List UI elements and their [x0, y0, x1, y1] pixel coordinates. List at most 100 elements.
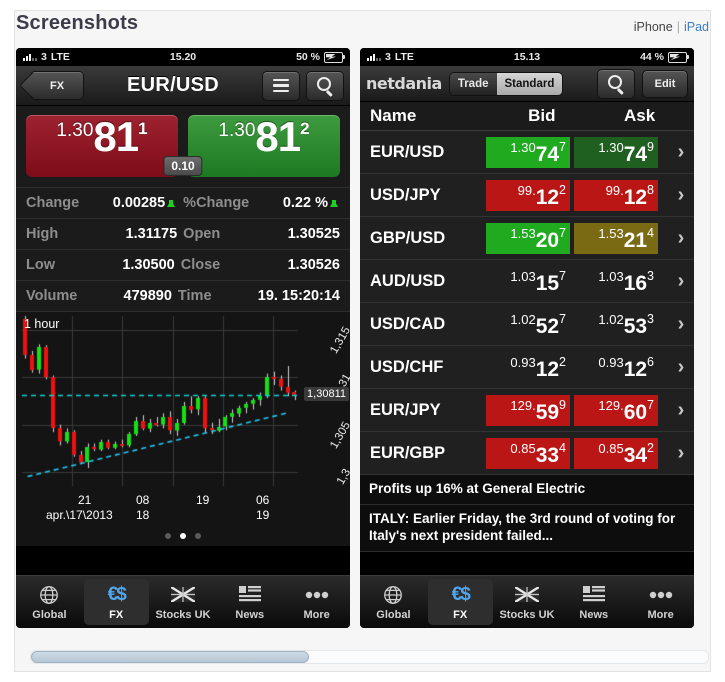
quote-row[interactable]: EUR/GBP 0.85 33 4 0.85 34 2 ›: [360, 432, 694, 475]
quote-ask-cell[interactable]: 0.93 12 6: [574, 352, 658, 383]
stats-value-2: 1.30526: [287, 257, 340, 273]
quote-symbol: EUR/USD: [370, 142, 445, 161]
news-item[interactable]: ITALY: Earlier Friday, the 3rd round of …: [360, 504, 694, 552]
tab-news[interactable]: News: [561, 579, 626, 625]
quote-ask-integer: 1.02: [598, 311, 624, 327]
right-search-button[interactable]: [597, 68, 635, 99]
quote-row[interactable]: USD/CHF 0.93 12 2 0.93 12 6 ›: [360, 346, 694, 389]
chevron-right-icon[interactable]: ›: [672, 141, 690, 164]
quote-bid-cell[interactable]: 1.02 52 7: [486, 309, 570, 340]
chart-current-price-tag: 1,30811: [304, 387, 349, 402]
chart-x-tick-label: 21: [78, 493, 92, 507]
stats-value: 1.30500: [122, 257, 175, 273]
quote-ask-pipette: 3: [647, 311, 654, 326]
chevron-right-icon[interactable]: ›: [672, 313, 690, 336]
quote-ask-cell[interactable]: 1.03 16 3: [574, 266, 658, 297]
edit-button[interactable]: Edit: [642, 69, 688, 98]
segment-option-standard[interactable]: Standard: [496, 72, 563, 95]
device-link-iphone[interactable]: iPhone: [634, 20, 673, 34]
segment-option-trade[interactable]: Trade: [449, 72, 497, 95]
quote-row[interactable]: EUR/JPY 129. 59 9 129. 60 7 ›: [360, 389, 694, 432]
quote-ask-pipette: 9: [647, 139, 654, 154]
stats-label-2: Open: [183, 226, 221, 242]
quote-ask-integer: 1.30: [598, 139, 624, 155]
menu-button[interactable]: [262, 70, 300, 101]
tab-fx[interactable]: €$ FX: [83, 579, 149, 625]
quote-bid-cell[interactable]: 129. 59 9: [486, 394, 570, 426]
horizontal-scrollbar[interactable]: [30, 650, 709, 664]
device-link-ipad[interactable]: iPad: [684, 20, 709, 34]
quote-row[interactable]: GBP/USD 1.53 20 7 1.53 21 4 ›: [360, 217, 694, 260]
scrollbar-thumb[interactable]: [31, 651, 309, 663]
quote-ask-cell[interactable]: 1.30 74 9: [574, 136, 658, 168]
quote-row[interactable]: EUR/USD 1.30 74 7 1.30 74 9 ›: [360, 131, 694, 174]
quote-ask-cell[interactable]: 0.85 34 2: [574, 437, 658, 469]
ellipsis-icon: [305, 584, 329, 606]
search-icon: [607, 75, 625, 92]
chevron-right-icon[interactable]: ›: [672, 184, 690, 207]
back-button-fx[interactable]: FX: [30, 71, 84, 100]
tab-stocks-uk[interactable]: Stocks UK: [495, 579, 560, 625]
hamburger-icon: [273, 78, 289, 93]
tab-label: Global: [32, 608, 67, 621]
stats-value: 479890: [123, 288, 172, 304]
ellipsis-icon: [649, 584, 673, 606]
search-button[interactable]: [306, 70, 344, 101]
stats-row: High 1.31175 Open 1.30525: [16, 218, 350, 249]
quote-bid-cell[interactable]: 1.03 15 7: [486, 266, 570, 297]
tab-global[interactable]: Global: [361, 579, 426, 625]
column-header-name: Name: [370, 106, 417, 125]
page-dot[interactable]: [195, 533, 201, 539]
chevron-right-icon[interactable]: ›: [672, 356, 690, 379]
tab-label: Global: [376, 608, 411, 621]
quote-bid-cell[interactable]: 99. 12 2: [486, 179, 570, 211]
spread-badge: 0.10: [163, 156, 203, 176]
tab-label: Stocks UK: [155, 608, 211, 621]
page-dot[interactable]: [165, 533, 171, 539]
quote-bid-cell[interactable]: 1.30 74 7: [486, 136, 570, 168]
quote-ask-digits: 34: [623, 444, 648, 467]
quote-bid-digits: 33: [535, 444, 560, 467]
quote-row[interactable]: AUD/USD 1.03 15 7 1.03 16 3 ›: [360, 260, 694, 303]
quote-ask-integer: 1.03: [598, 268, 624, 284]
quote-ask-cell[interactable]: 1.53 21 4: [574, 222, 658, 254]
quote-bid-cell[interactable]: 1.53 20 7: [486, 222, 570, 254]
quote-symbol: AUD/USD: [370, 271, 446, 290]
quote-ask-cell[interactable]: 99. 12 8: [574, 179, 658, 211]
page-dot[interactable]: [180, 533, 186, 539]
euro-dollar-icon: €$: [451, 583, 471, 605]
quote-ask-integer: 1.53: [598, 225, 624, 241]
news-item[interactable]: Profits up 16% at General Electric: [360, 475, 694, 505]
stats-label: Low: [26, 257, 55, 273]
tab-fx[interactable]: €$ FX: [427, 579, 493, 625]
stats-row: Volume 479890 Time 19. 15:20:14: [16, 280, 350, 311]
quote-bid-cell[interactable]: 0.85 33 4: [486, 437, 570, 469]
chevron-right-icon[interactable]: ›: [672, 227, 690, 250]
tab-more[interactable]: More: [628, 579, 693, 625]
ask-quote-box[interactable]: 1.30 81 2: [188, 115, 340, 177]
tab-global[interactable]: Global: [17, 579, 82, 625]
up-arrow-icon: [329, 199, 338, 207]
quote-ask-cell[interactable]: 1.02 53 3: [574, 309, 658, 340]
quote-row[interactable]: USD/JPY 99. 12 2 99. 12 8 ›: [360, 174, 694, 217]
page-dots[interactable]: [16, 526, 350, 546]
tab-news[interactable]: News: [217, 579, 282, 625]
quote-ask-digits: 53: [623, 315, 648, 338]
chevron-right-icon[interactable]: ›: [672, 399, 690, 422]
stats-label-2: Close: [180, 257, 221, 273]
chevron-right-icon[interactable]: ›: [672, 270, 690, 293]
quote-symbol: USD/CHF: [370, 357, 444, 376]
quote-ask-digits: 74: [623, 143, 648, 166]
chevron-right-icon[interactable]: ›: [672, 442, 690, 465]
tab-stocks-uk[interactable]: Stocks UK: [151, 579, 216, 625]
price-chart[interactable]: 1 hour 1,3 1,305 1,31 1,315 1,30811: [16, 311, 350, 492]
quote-ask-integer: 129.: [598, 397, 624, 413]
bid-quote-box[interactable]: 1.30 81 1: [26, 115, 178, 177]
mode-segmented-control[interactable]: Trade Standard: [448, 71, 564, 96]
tab-more[interactable]: More: [284, 579, 349, 625]
quote-ask-digits: 12: [623, 358, 648, 381]
quote-bid-integer: 1.02: [510, 311, 536, 327]
quote-ask-cell[interactable]: 129. 60 7: [574, 394, 658, 426]
quote-bid-cell[interactable]: 0.93 12 2: [486, 352, 570, 383]
quote-row[interactable]: USD/CAD 1.02 52 7 1.02 53 3 ›: [360, 303, 694, 346]
